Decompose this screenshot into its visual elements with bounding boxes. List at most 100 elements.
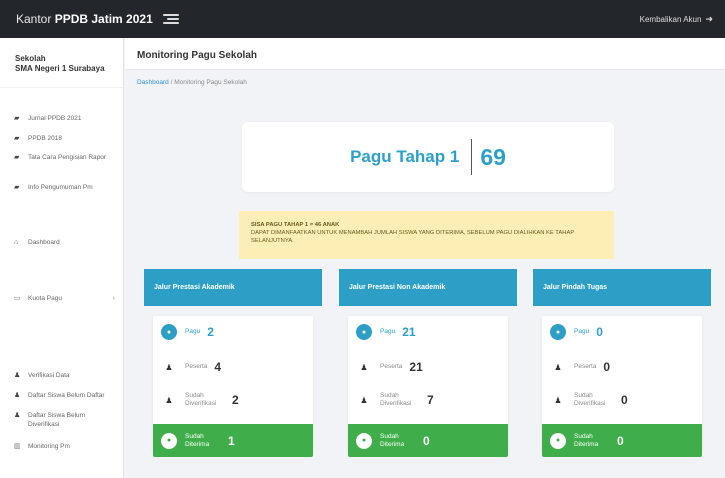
sidebar-item-kuota-pagu[interactable]: ▭ Kuota Pagu › (0, 294, 123, 303)
sidebar-item-dashboard[interactable]: ⌂ Dashboard (0, 238, 123, 247)
user-icon: ♟ (14, 412, 21, 419)
user-icon: ♟ (14, 372, 21, 379)
pagu-total-card: Pagu Tahap 1 69 (242, 122, 614, 192)
peserta-row: ♟ Peserta 4 (153, 360, 313, 374)
peserta-value: 21 (409, 360, 423, 374)
pagu-value: 2 (207, 325, 214, 339)
jalur-title: Jalur Prestasi Non Akademik (339, 269, 517, 306)
sidebar-item-tata-cara[interactable]: ▰ Tata Cara Pengisian Rapor (0, 153, 123, 162)
diterima-row: ● Sudah Diterima 1 (153, 424, 313, 457)
check-icon: ● (356, 432, 372, 449)
breadcrumb-current: Monitoring Pagu Sekolah (174, 79, 247, 86)
logout-label: Kembalikan Akun (639, 14, 702, 24)
sidebar-item-belum-verifikasi[interactable]: ♟ Daftar Siswa Belum Diverifikasi (0, 411, 123, 429)
sidebar-item-label: Dashboard (28, 239, 60, 246)
diverifikasi-value: 2 (232, 393, 239, 407)
jalur-stats: ● Pagu 2 ♟ Peserta 4 ♟ Sudah Diverifikas… (153, 316, 313, 457)
diverifikasi-row: ♟ Sudah Diverifikasi 2 (153, 392, 313, 408)
alert-body: DAPAT DIMANFAATKAN UNTUK MENAMBAH JUMLAH… (251, 230, 575, 244)
pagu-label: Pagu (574, 328, 590, 335)
users-icon: ♟ (554, 395, 562, 405)
logout-button[interactable]: Kembalikan Akun ➜ (640, 14, 713, 25)
book-icon: ▰ (14, 184, 20, 191)
users-icon: ♟ (554, 362, 562, 372)
peserta-value: 4 (214, 360, 222, 374)
sidebar-item-label: Info Pengumuman Pm (28, 184, 93, 191)
diverifikasi-label: Sudah Diverifikasi (380, 392, 412, 407)
jalur-card: Jalur Prestasi Akademik ● Pagu 2 ♟ Peser… (144, 269, 322, 464)
menu-toggle-icon[interactable] (162, 14, 179, 24)
sidebar-item-label: Tata Cara Pengisian Rapor (28, 154, 107, 161)
breadcrumb: Dashboard / Monitoring Pagu Sekolah (137, 79, 247, 86)
bullet-icon: ● (550, 324, 566, 340)
peserta-row: ♟ Peserta 21 (348, 360, 508, 374)
jalur-title: Jalur Prestasi Akademik (144, 269, 322, 306)
jalur-card: Jalur Pindah Tugas ● Pagu 0 ♟ Peserta 0 … (533, 269, 711, 464)
top-navbar: Kantor PPDB Jatim 2021 Kembalikan Akun ➜ (0, 0, 725, 38)
jalur-card: Jalur Prestasi Non Akademik ● Pagu 21 ♟ … (339, 269, 517, 464)
brand-name: PPDB Jatim 2021 (54, 12, 153, 26)
alert-title: SISA PAGU TAHAP 1 = 46 ANAK (251, 222, 340, 228)
jalur-title: Jalur Pindah Tugas (533, 269, 711, 306)
sidebar-item-jurnal[interactable]: ▰ Jurnal PPDB 2021 (0, 114, 123, 123)
sidebar: Sekolah SMA Negeri 1 Surabaya ▰ Jurnal P… (0, 38, 124, 478)
sidebar-item-label: Jurnal PPDB 2021 (28, 115, 82, 122)
breadcrumb-separator: / (170, 79, 173, 86)
check-icon: ● (550, 432, 566, 449)
sidebar-item-label: Daftar Siswa Belum Diverifikasi (28, 412, 86, 428)
diterima-row: ● Sudah Diterima 0 (348, 424, 508, 457)
bullet-icon: ● (161, 324, 177, 340)
sidebar-item-monitoring[interactable]: ▥ Monitoring Pm (0, 442, 123, 451)
school-label: Sekolah (15, 54, 46, 63)
users-icon: ♟ (360, 362, 368, 372)
diverifikasi-row: ♟ Sudah Diverifikasi 7 (348, 392, 508, 408)
peserta-value: 0 (603, 360, 611, 374)
breadcrumb-dashboard-link[interactable]: Dashboard (137, 79, 169, 86)
sidebar-item-ppdb-2018[interactable]: ▰ PPDB 2018 (0, 134, 123, 143)
pagu-row: ● Pagu 21 (348, 324, 508, 340)
brand-title[interactable]: Kantor PPDB Jatim 2021 (16, 12, 153, 26)
pagu-value: 0 (596, 325, 603, 339)
monitor-icon: ▭ (14, 295, 21, 302)
jalur-stats: ● Pagu 21 ♟ Peserta 21 ♟ Sudah Diverifik… (348, 316, 508, 457)
pagu-row: ● Pagu 0 (542, 324, 702, 340)
peserta-row: ♟ Peserta 0 (542, 360, 702, 374)
diterima-row: ● Sudah Diterima 0 (542, 424, 702, 457)
diterima-label: Sudah Diterima (380, 432, 405, 448)
sidebar-item-verifikasi[interactable]: ♟ Verifikasi Data (0, 371, 123, 380)
pagu-total-label: Pagu Tahap 1 (350, 147, 460, 166)
check-icon: ● (161, 432, 177, 449)
pagu-value: 21 (402, 325, 416, 339)
sidebar-item-label: Daftar Siswa Belum Daftar (28, 392, 105, 399)
book-icon: ▰ (14, 135, 20, 142)
chevron-right-icon: › (112, 295, 115, 302)
diverifikasi-label: Sudah Diverifikasi (185, 392, 217, 407)
school-info: Sekolah SMA Negeri 1 Surabaya (0, 38, 123, 88)
pagu-total-value: 69 (480, 143, 506, 170)
book-icon: ▰ (14, 115, 20, 122)
users-icon: ♟ (165, 395, 173, 405)
book-icon: ▰ (14, 154, 20, 161)
sidebar-item-belum-daftar[interactable]: ♟ Daftar Siswa Belum Daftar (0, 391, 123, 400)
diterima-label: Sudah Diterima (574, 432, 599, 448)
user-icon: ♟ (14, 392, 21, 399)
sidebar-item-label: Kuota Pagu (28, 295, 62, 302)
home-icon: ⌂ (14, 239, 19, 246)
divider (471, 139, 473, 175)
bullet-icon: ● (356, 324, 372, 340)
sidebar-item-info[interactable]: ▰ Info Pengumuman Pm (0, 183, 123, 192)
peserta-label: Peserta (185, 363, 208, 370)
school-name: SMA Negeri 1 Surabaya (15, 64, 105, 73)
diterima-value: 0 (423, 433, 430, 448)
diverifikasi-row: ♟ Sudah Diverifikasi 0 (542, 392, 702, 408)
main-content: Monitoring Pagu Sekolah Dashboard / Moni… (125, 38, 725, 478)
users-icon: ♟ (165, 362, 173, 372)
diterima-value: 0 (617, 433, 624, 448)
pagu-row: ● Pagu 2 (153, 324, 313, 340)
diverifikasi-label: Sudah Diverifikasi (574, 392, 606, 407)
diterima-value: 1 (228, 433, 235, 448)
diterima-label: Sudah Diterima (185, 432, 210, 448)
sidebar-item-label: PPDB 2018 (28, 135, 62, 142)
pagu-label: Pagu (380, 328, 396, 335)
peserta-label: Peserta (380, 363, 403, 370)
